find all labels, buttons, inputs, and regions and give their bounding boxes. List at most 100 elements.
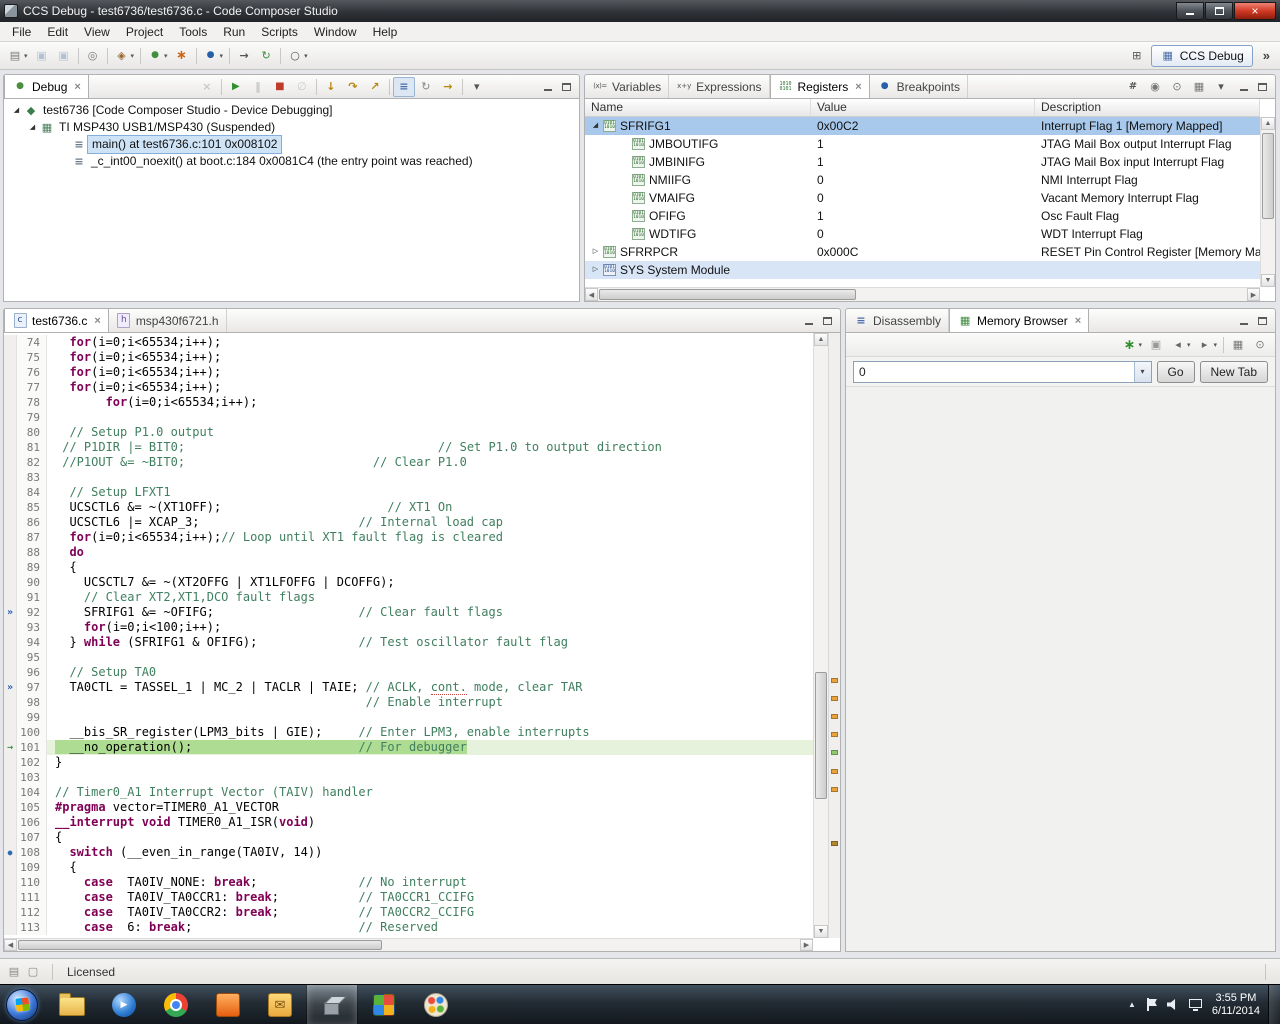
code-line[interactable]: 79 xyxy=(4,410,813,425)
minimize-view-button[interactable] xyxy=(539,78,556,95)
menu-scripts[interactable]: Scripts xyxy=(253,23,306,41)
dropdown-arrow-icon[interactable]: ▾ xyxy=(24,52,28,60)
code-line[interactable]: 81 // P1DIR |= BIT0; // Set P1.0 to outp… xyxy=(4,440,813,455)
minimize-view-button[interactable] xyxy=(800,312,817,329)
app-orange-icon[interactable] xyxy=(202,985,254,1024)
register-row[interactable]: NMIIFG 0 NMI Interrupt Flag xyxy=(585,171,1260,189)
scroll-left-icon[interactable]: ◀ xyxy=(4,939,17,951)
menu-run[interactable]: Run xyxy=(215,23,253,41)
view-menu-button[interactable] xyxy=(1210,77,1232,97)
maximize-view-button[interactable] xyxy=(1254,312,1271,329)
tab-variables[interactable]: Variables xyxy=(585,75,670,98)
register-row[interactable]: OFIFG 1 Osc Fault Flag xyxy=(585,207,1260,225)
save-button[interactable] xyxy=(31,46,53,66)
twisty-icon[interactable]: ▷ xyxy=(589,243,602,261)
outlook-icon[interactable] xyxy=(254,985,306,1024)
menu-project[interactable]: Project xyxy=(118,23,171,41)
breakpoint-marker-icon[interactable] xyxy=(4,845,17,860)
scroll-up-icon[interactable]: ▲ xyxy=(1261,117,1275,130)
overview-mark[interactable] xyxy=(831,786,838,792)
maximize-button[interactable] xyxy=(1205,2,1233,20)
resume-button[interactable] xyxy=(225,77,247,97)
chrome-icon[interactable] xyxy=(150,985,202,1024)
perspective-overflow-chevron[interactable]: » xyxy=(1259,48,1274,63)
code-line[interactable]: 100 __bis_SR_register(LPM3_bits | GIE); … xyxy=(4,725,813,740)
open-perspective-icon[interactable] xyxy=(1129,48,1145,64)
overview-ruler[interactable] xyxy=(828,333,840,938)
column-header-value[interactable]: Value xyxy=(811,99,1035,116)
fast-view-icon[interactable] xyxy=(25,964,41,980)
explorer-icon[interactable] xyxy=(46,985,98,1024)
tab-memory-browser[interactable]: Memory Browser × xyxy=(949,309,1090,332)
dropdown-arrow-icon[interactable]: ▾ xyxy=(1187,341,1191,349)
tab-test6736-c[interactable]: test6736.c × xyxy=(4,309,109,332)
remove-all-button[interactable] xyxy=(196,77,218,97)
view-menu-button[interactable] xyxy=(466,77,488,97)
tab-msp430f6721-h[interactable]: msp430f6721.h xyxy=(109,309,227,332)
code-line[interactable]: 111 case TA0IV_TA0CCR1: break; // TA0CCR… xyxy=(4,890,813,905)
new-button[interactable]: ▾ xyxy=(4,46,31,66)
chevron-marker-icon[interactable] xyxy=(4,605,17,620)
code-line[interactable]: 101 __no_operation(); // For debugger xyxy=(4,740,813,755)
overview-mark[interactable] xyxy=(831,677,838,683)
new-rendering-button[interactable]: ▾ xyxy=(1118,335,1145,355)
go-button[interactable]: Go xyxy=(1156,360,1195,383)
save-all-button[interactable] xyxy=(53,46,75,66)
overview-mark[interactable] xyxy=(831,732,838,738)
flash-button[interactable] xyxy=(171,46,193,66)
code-line[interactable]: 102} xyxy=(4,755,813,770)
close-tab-icon[interactable]: × xyxy=(74,81,80,93)
register-row[interactable]: ▷ SFRRPCR 0x000C RESET Pin Control Register… xyxy=(585,243,1260,261)
register-row[interactable]: ▷ SYS System Module xyxy=(585,261,1260,279)
show-desktop-button[interactable] xyxy=(1268,984,1280,1024)
debug-tree-item[interactable]: main() at test6736.c:101 0x008102 xyxy=(4,135,579,154)
code-line[interactable]: 108 switch (__even_in_range(TA0IV, 14)) xyxy=(4,845,813,860)
pin-memory-button[interactable] xyxy=(1249,335,1271,355)
code-line[interactable]: 105 #pragma vector=TIMER0_A1_VECTOR xyxy=(4,800,813,815)
dropdown-arrow-icon[interactable]: ▾ xyxy=(1138,341,1142,349)
scroll-left-icon[interactable]: ◀ xyxy=(585,288,598,301)
disconnect-button[interactable] xyxy=(291,77,313,97)
code-line[interactable]: 90 UCSCTL7 &= ~(XT2OFFG | XT1LFOFFG | DC… xyxy=(4,575,813,590)
menu-edit[interactable]: Edit xyxy=(39,23,76,41)
network-icon[interactable] xyxy=(1188,998,1202,1011)
volume-icon[interactable] xyxy=(1166,999,1176,1010)
dropdown-arrow-icon[interactable]: ▾ xyxy=(1213,341,1217,349)
register-row[interactable]: JMBINIFG 1 JTAG Mail Box input Interrupt F… xyxy=(585,153,1260,171)
code-line[interactable]: 76 for(i=0;i<65534;i++); xyxy=(4,365,813,380)
overview-mark[interactable] xyxy=(831,750,838,756)
debug-button[interactable]: ▾ xyxy=(144,46,171,66)
dropdown-arrow-icon[interactable]: ▾ xyxy=(131,52,135,60)
table-format-button[interactable] xyxy=(1227,335,1249,355)
back-button[interactable]: ▾ xyxy=(1167,335,1194,355)
code-line[interactable]: 83 xyxy=(4,470,813,485)
scrollbar-thumb[interactable] xyxy=(815,671,827,799)
overview-mark[interactable] xyxy=(831,714,838,720)
number-format-button[interactable] xyxy=(1122,77,1144,97)
media-player-icon[interactable] xyxy=(98,985,150,1024)
code-line[interactable]: 82 //P1OUT &= ~BIT0; // Clear P1.0 xyxy=(4,455,813,470)
pc-marker-icon[interactable] xyxy=(4,740,17,755)
menu-help[interactable]: Help xyxy=(365,23,406,41)
registers-horizontal-scrollbar[interactable]: ◀ ▶ xyxy=(585,287,1260,301)
code-line[interactable]: 80 // Setup P1.0 output xyxy=(4,425,813,440)
connect-target-button[interactable] xyxy=(233,46,255,66)
memory-address-combo[interactable]: 0 ▾ xyxy=(853,360,1152,383)
code-line[interactable]: 75 for(i=0;i<65534;i++); xyxy=(4,350,813,365)
register-row[interactable]: WDTIFG 0 WDT Interrupt Flag xyxy=(585,225,1260,243)
hidden-icons-chevron[interactable]: ▲ xyxy=(1128,1000,1136,1009)
new-tab-button[interactable]: New Tab xyxy=(1199,360,1268,383)
column-header-description[interactable]: Description xyxy=(1035,99,1260,116)
scroll-down-icon[interactable]: ▼ xyxy=(814,925,828,938)
code-line[interactable]: 96 // Setup TA0 xyxy=(4,665,813,680)
menu-view[interactable]: View xyxy=(76,23,118,41)
tab-expressions[interactable]: Expressions xyxy=(669,75,770,98)
code-line[interactable]: 113 case 6: break; // Reserved xyxy=(4,920,813,935)
breakpoint-button[interactable]: ▾ xyxy=(200,46,227,66)
code-line[interactable]: 93 for(i=0;i<100;i++); xyxy=(4,620,813,635)
ccs-taskbar-icon[interactable] xyxy=(306,984,358,1024)
scrollbar-thumb[interactable] xyxy=(599,289,856,300)
tab-debug[interactable]: Debug × xyxy=(4,75,89,98)
scroll-down-icon[interactable]: ▼ xyxy=(1261,274,1275,287)
tab-breakpoints[interactable]: Breakpoints xyxy=(870,75,969,98)
